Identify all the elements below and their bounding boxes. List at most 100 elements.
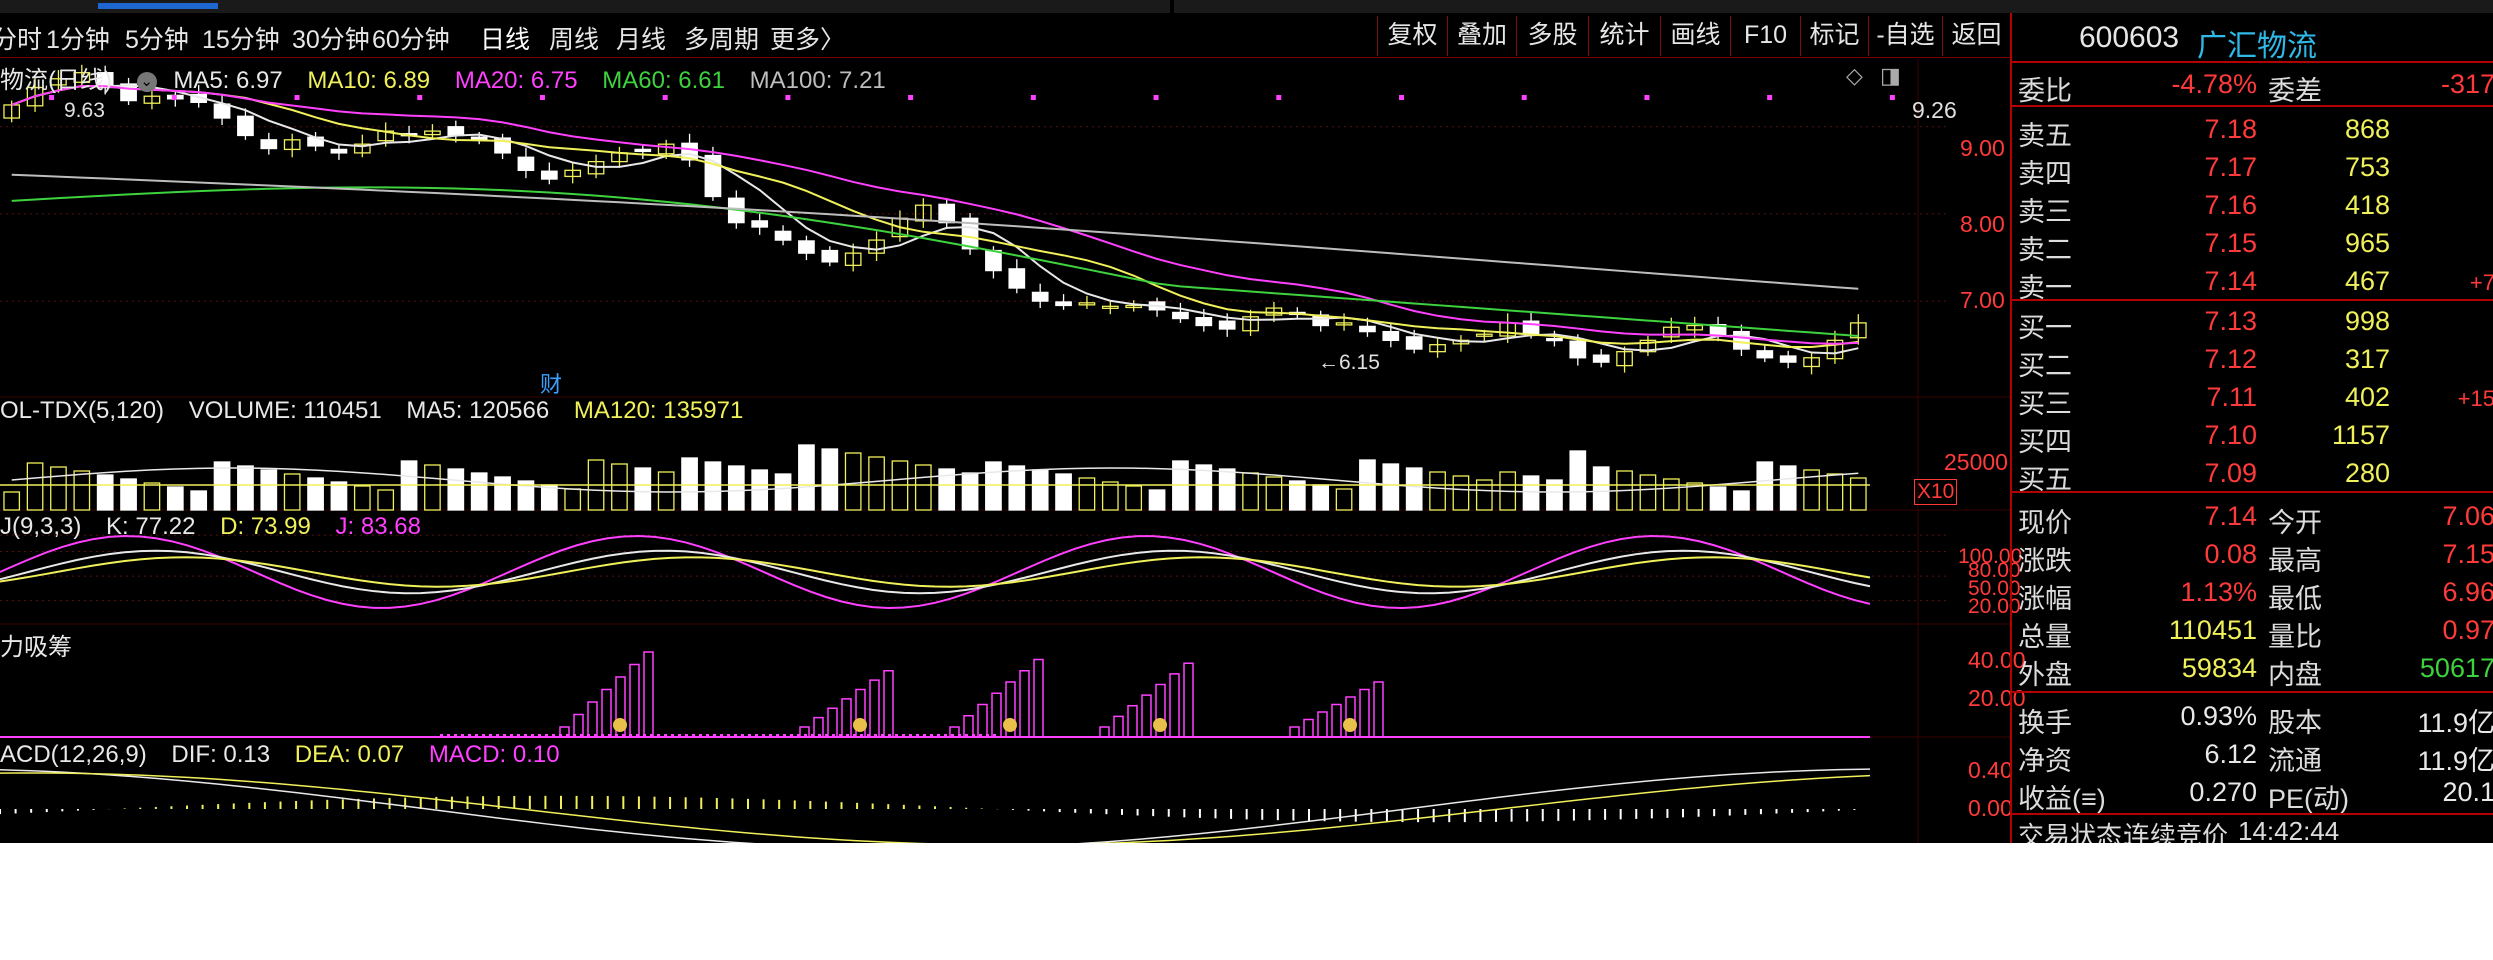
stat-value: 6.12	[2204, 739, 2257, 769]
order-volume: 1157	[2331, 420, 2390, 450]
volume-bar	[1312, 484, 1330, 511]
diamond-icon[interactable]: ◇	[1846, 63, 1863, 89]
order-volume: 317	[2344, 344, 2390, 374]
period-tab-3[interactable]: 15分钟	[202, 20, 280, 56]
top-price-label: 9.26	[1912, 97, 1957, 123]
toolbar-button-3[interactable]: 统计	[1588, 16, 1660, 56]
volume-bar	[1826, 473, 1844, 511]
candle-body	[1008, 268, 1026, 289]
status-label: 交易状态:	[2018, 821, 2130, 843]
panel-toggle-icon[interactable]: ◨	[1880, 63, 1901, 89]
order-row[interactable]: 卖五 7.18 868	[2012, 110, 2493, 151]
flow-bar	[841, 698, 852, 738]
order-row[interactable]: 买二 7.12 317	[2012, 340, 2493, 381]
period-tab-7[interactable]: 周线	[549, 20, 599, 56]
stat-value: 1.13%	[2180, 577, 2257, 607]
order-row[interactable]: 买一 7.13 998	[2012, 302, 2493, 343]
order-row[interactable]: 卖四 7.17 753	[2012, 148, 2493, 189]
order-row[interactable]: 卖一 7.14 467 +7	[2012, 262, 2493, 303]
main-chart-title: 物流(日线)	[0, 67, 112, 94]
stat-value: 6.96	[2442, 577, 2493, 607]
stat-value: 59834	[2181, 653, 2257, 683]
candle-body	[1055, 301, 1072, 307]
finance-mark[interactable]: 财	[540, 367, 562, 399]
volume-bar	[1125, 485, 1143, 511]
toolbar-button-4[interactable]: 画线	[1660, 16, 1730, 56]
volume-bar	[120, 478, 137, 511]
chevron-down-icon[interactable]: ⌄	[136, 71, 157, 92]
toolbar-button-5[interactable]: F10	[1730, 16, 1800, 56]
signal-marker	[1521, 95, 1527, 100]
vol-tick-25000: 25000	[1944, 449, 2008, 475]
volume-bar	[1195, 464, 1213, 511]
order-price: 7.18	[2204, 114, 2257, 144]
selected-window-tab[interactable]	[98, 3, 218, 9]
toolbar-button-2[interactable]: 多股	[1516, 16, 1588, 56]
signal-marker	[1644, 95, 1650, 100]
order-row[interactable]: 卖三 7.16 418	[2012, 186, 2493, 227]
order-row[interactable]: 买四 7.10 1157	[2012, 416, 2493, 457]
flow-title: 力吸筹	[0, 634, 72, 661]
period-tab-2[interactable]: 5分钟	[125, 20, 189, 56]
stock-header[interactable]: 600603 广汇物流	[2012, 13, 2493, 63]
volume-bar	[844, 452, 862, 511]
volume-bar	[564, 488, 582, 511]
period-tab-9[interactable]: 多周期	[684, 20, 759, 56]
candle-body	[1779, 355, 1797, 363]
signal-marker	[1030, 95, 1036, 100]
order-change: +7	[2469, 270, 2493, 295]
candle-body	[540, 170, 558, 180]
volume-bar	[704, 461, 722, 511]
period-tab-5[interactable]: 60分钟	[372, 20, 450, 56]
period-tab-1[interactable]: 1分钟	[46, 20, 110, 56]
candle-body	[330, 148, 348, 154]
flow-bar	[977, 703, 988, 738]
candle-body	[213, 103, 231, 119]
high-price-label: 9.63	[64, 99, 105, 122]
toolbar-button-8[interactable]: 返回	[1942, 16, 2010, 56]
period-tab-6[interactable]: 日线	[480, 20, 530, 56]
flow-bar	[963, 715, 974, 738]
volume-bar	[1055, 473, 1072, 511]
stat-label: PE(动)	[2268, 784, 2349, 814]
volume-bar	[1078, 477, 1096, 511]
volume-bar	[377, 489, 395, 511]
order-row[interactable]: 买三 7.11 402 +15	[2012, 378, 2493, 419]
low-price-value: 6.15	[1339, 351, 1380, 374]
flow-bar	[1099, 726, 1110, 738]
volume-bar	[1101, 481, 1119, 511]
stat-value: 110451	[2168, 615, 2257, 645]
volume-bar	[1709, 486, 1727, 511]
weibi-value: -4.78%	[2171, 69, 2257, 99]
period-tab-4[interactable]: 30分钟	[292, 20, 370, 56]
window-divider	[1170, 0, 1174, 13]
order-price: 7.12	[2204, 344, 2257, 374]
kdj-d: D: 73.99	[220, 513, 311, 540]
volume-bar	[1218, 468, 1236, 511]
kline-chart-svg[interactable]	[0, 57, 2010, 843]
signal-marker	[1153, 95, 1159, 100]
period-tab-10[interactable]: 更多〉	[770, 20, 845, 56]
volume-bar	[1592, 466, 1610, 511]
candle-body	[821, 249, 839, 263]
period-tab-8[interactable]: 月线	[616, 20, 666, 56]
order-volume: 280	[2344, 458, 2390, 488]
flow-bar	[869, 679, 880, 738]
volume-bar	[470, 472, 488, 511]
period-tab-0[interactable]: 分时	[0, 20, 42, 56]
toolbar-button-7[interactable]: -自选	[1868, 16, 1942, 56]
money-bag-icon	[613, 718, 627, 732]
period-toolbar: 分时 1分钟 5分钟 15分钟 30分钟 60分钟 日线 周线 月线 多周期 更多〉 复权 叠加 多股 统计…	[0, 13, 2010, 58]
order-price: 7.10	[2204, 420, 2257, 450]
order-row[interactable]: 卖二 7.15 965	[2012, 224, 2493, 265]
candle-body	[751, 220, 769, 228]
stat-value: 50617	[2419, 653, 2493, 683]
flow-bar	[1033, 658, 1044, 738]
toolbar-button-1[interactable]: 叠加	[1447, 16, 1516, 56]
volume-bar	[657, 471, 675, 511]
toolbar-button-6[interactable]: 标记	[1800, 16, 1868, 56]
volume-bar	[1662, 478, 1680, 511]
toolbar-button-0[interactable]: 复权	[1377, 16, 1447, 56]
order-row[interactable]: 买五 7.09 280	[2012, 454, 2493, 495]
volume-bar	[727, 465, 745, 511]
